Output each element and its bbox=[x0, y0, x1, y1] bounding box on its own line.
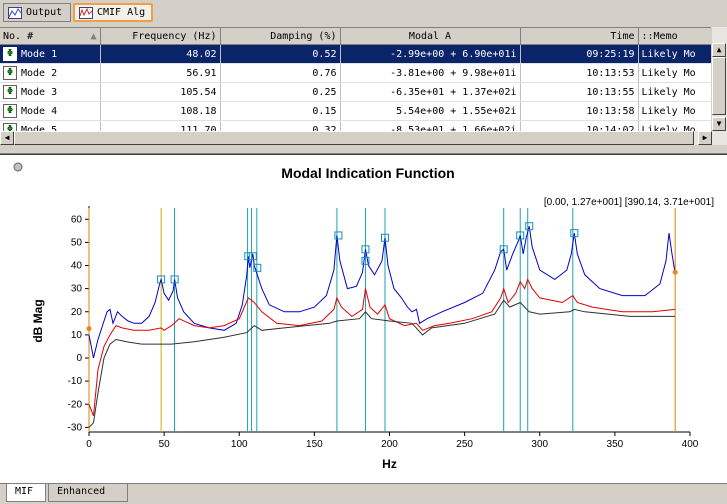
memo-cell: Likely Mo bbox=[638, 101, 713, 121]
phi-mode-icon[interactable]: Φ bbox=[3, 104, 17, 118]
memo-cell: Likely Mo bbox=[638, 82, 713, 102]
x-tick-label: 50 bbox=[159, 439, 171, 450]
y-axis-label: dB Mag bbox=[31, 299, 45, 342]
tab-mif[interactable]: MIF bbox=[6, 484, 46, 502]
time-cell: 10:13:55 bbox=[520, 82, 639, 102]
cursor-point bbox=[86, 326, 92, 332]
x-tick-label: 200 bbox=[381, 439, 398, 450]
col-header-memo[interactable]: ::Memo bbox=[638, 28, 713, 45]
table-row[interactable]: Φ Mode 1 48.02 0.52 -2.99e+00 + 6.90e+01i 09:… bbox=[0, 44, 713, 64]
y-tick-label: 40 bbox=[71, 261, 83, 272]
mode-name-label: Mode 2 bbox=[21, 68, 58, 79]
mode-name-cell: Φ Mode 2 bbox=[0, 63, 101, 83]
mode-name-label: Mode 1 bbox=[21, 49, 58, 60]
y-tick-label: 60 bbox=[71, 214, 83, 225]
chart-title: Modal Indication Function bbox=[281, 165, 454, 181]
output-icon bbox=[8, 6, 22, 19]
tab-output-label: Output bbox=[26, 7, 63, 18]
scroll-down-icon[interactable]: ▼ bbox=[712, 117, 726, 131]
table-row[interactable]: Φ Mode 4 108.18 0.15 5.54e+00 + 1.55e+02i 10:… bbox=[0, 101, 713, 121]
panel-tab-strip: Output CMIF Alg bbox=[0, 0, 727, 26]
vertical-scroll-thumb[interactable] bbox=[712, 57, 726, 115]
damping-cell: 0.15 bbox=[220, 101, 341, 121]
col-header-modal-a[interactable]: Modal A bbox=[340, 28, 521, 45]
mif-plot-panel: Modal Indication Function [0.00, 1.27e+0… bbox=[0, 154, 727, 485]
col-header-time[interactable]: Time bbox=[520, 28, 639, 45]
frequency-cell: 48.02 bbox=[100, 44, 221, 64]
frequency-cell: 108.18 bbox=[100, 101, 221, 121]
table-row[interactable]: Φ Mode 3 105.54 0.25 -6.35e+01 + 1.37e+02i 10… bbox=[0, 82, 713, 102]
time-cell: 10:13:58 bbox=[520, 101, 639, 121]
scroll-right-icon[interactable]: ▶ bbox=[698, 131, 712, 145]
table-row[interactable]: Φ Mode 2 56.91 0.76 -3.81e+00 + 9.98e+01i 10:… bbox=[0, 63, 713, 83]
mode-table-panel: No. # ▲ Frequency (Hz) Damping (%) Modal… bbox=[0, 27, 727, 146]
phi-mode-icon[interactable]: Φ bbox=[3, 85, 17, 99]
cursor-readout: [0.00, 1.27e+001] [390.14, 3.71e+001] bbox=[544, 197, 714, 208]
col-header-damping[interactable]: Damping (%) bbox=[220, 28, 341, 45]
panel-splitter[interactable] bbox=[0, 145, 727, 154]
damping-cell: 0.52 bbox=[220, 44, 341, 64]
mode-name-cell: Φ Mode 1 bbox=[0, 44, 101, 64]
y-tick-label: 10 bbox=[71, 330, 83, 341]
scroll-left-icon[interactable]: ◀ bbox=[0, 131, 14, 145]
table-vertical-scrollbar[interactable]: ▲ ▼ bbox=[711, 27, 727, 131]
time-cell: 10:13:53 bbox=[520, 63, 639, 83]
frequency-cell: 56.91 bbox=[100, 63, 221, 83]
y-tick-label: 0 bbox=[76, 353, 82, 364]
col-header-no[interactable]: No. # ▲ bbox=[0, 28, 101, 45]
cmif-icon bbox=[79, 6, 93, 19]
table-horizontal-scrollbar[interactable]: ◀ ▶ bbox=[0, 131, 727, 145]
mode-name-cell: Φ Mode 3 bbox=[0, 82, 101, 102]
modal-a-cell: 5.54e+00 + 1.55e+02i bbox=[340, 101, 521, 121]
x-tick-label: 350 bbox=[607, 439, 624, 450]
phi-mode-icon[interactable]: Φ bbox=[3, 47, 17, 61]
plot-status-dot-icon bbox=[13, 162, 23, 172]
x-tick-label: 0 bbox=[86, 439, 92, 450]
y-tick-label: -20 bbox=[68, 399, 83, 410]
damping-cell: 0.76 bbox=[220, 63, 341, 83]
bottom-tab-strip: MIF Enhanced bbox=[0, 483, 727, 504]
tab-cmif-alg[interactable]: CMIF Alg bbox=[73, 3, 153, 22]
tab-enhanced[interactable]: Enhanced bbox=[48, 484, 128, 502]
x-tick-label: 250 bbox=[456, 439, 473, 450]
modal-a-cell: -6.35e+01 + 1.37e+02i bbox=[340, 82, 521, 102]
phi-mode-icon[interactable]: Φ bbox=[3, 66, 17, 80]
damping-cell: 0.25 bbox=[220, 82, 341, 102]
x-tick-label: 400 bbox=[682, 439, 699, 450]
y-tick-label: -10 bbox=[68, 376, 83, 387]
scroll-up-icon[interactable]: ▲ bbox=[712, 43, 726, 57]
x-tick-label: 150 bbox=[306, 439, 323, 450]
frequency-cell: 105.54 bbox=[100, 82, 221, 102]
mode-name-label: Mode 3 bbox=[21, 87, 58, 98]
mif-chart[interactable]: Modal Indication Function [0.00, 1.27e+0… bbox=[0, 155, 727, 485]
horizontal-scroll-thumb[interactable] bbox=[14, 131, 694, 145]
mif-series-line bbox=[88, 278, 676, 416]
tab-cmif-alg-label: CMIF Alg bbox=[97, 7, 146, 18]
modal-a-cell: -3.81e+00 + 9.98e+01i bbox=[340, 63, 521, 83]
col-header-frequency[interactable]: Frequency (Hz) bbox=[100, 28, 221, 45]
y-tick-label: 20 bbox=[71, 307, 83, 318]
y-tick-label: 30 bbox=[71, 284, 83, 295]
cursor-point bbox=[672, 269, 678, 275]
table-header-row: No. # ▲ Frequency (Hz) Damping (%) Modal… bbox=[0, 28, 713, 45]
x-axis-label: Hz bbox=[382, 457, 397, 471]
mif-series-line bbox=[88, 226, 676, 359]
tab-output[interactable]: Output bbox=[3, 3, 71, 22]
x-tick-label: 300 bbox=[531, 439, 548, 450]
mif-series-line bbox=[88, 299, 675, 428]
peak-marker bbox=[334, 231, 343, 240]
mode-name-label: Mode 4 bbox=[21, 106, 58, 117]
y-tick-label: -30 bbox=[68, 422, 83, 433]
y-tick-label: 50 bbox=[71, 237, 83, 248]
sort-up-icon: ▲ bbox=[90, 30, 97, 42]
time-cell: 09:25:19 bbox=[520, 44, 639, 64]
mode-table: No. # ▲ Frequency (Hz) Damping (%) Modal… bbox=[0, 28, 713, 140]
x-tick-label: 100 bbox=[231, 439, 248, 450]
memo-cell: Likely Mo bbox=[638, 44, 713, 64]
mode-name-cell: Φ Mode 4 bbox=[0, 101, 101, 121]
modal-a-cell: -2.99e+00 + 6.90e+01i bbox=[340, 44, 521, 64]
memo-cell: Likely Mo bbox=[638, 63, 713, 83]
